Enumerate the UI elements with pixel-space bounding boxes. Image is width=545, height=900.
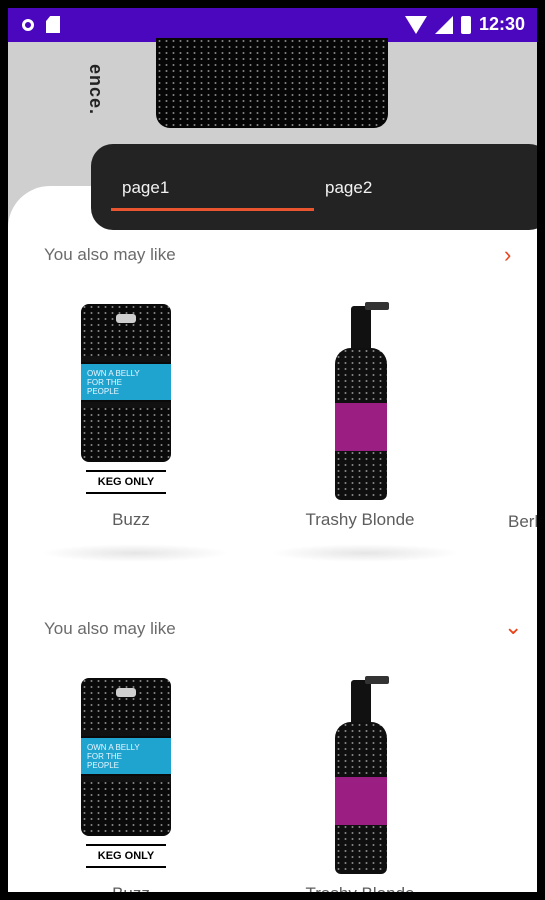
product-name: Buzz — [112, 510, 150, 529]
section-title: You also may like — [44, 619, 176, 638]
card-shadow — [40, 544, 230, 562]
wifi-icon — [404, 15, 427, 34]
tab-indicator — [111, 208, 314, 211]
keg-band-text: OWN A BELLY FOR THE PEOPLE — [87, 369, 140, 396]
circle-indicator-icon — [22, 18, 34, 31]
signal-icon — [434, 15, 453, 34]
product-name: Buzz — [26, 884, 236, 892]
status-bar: 12:30 — [8, 8, 537, 42]
chevron-down-icon[interactable]: ⌄ — [504, 616, 522, 638]
chevron-right-icon[interactable]: › — [504, 244, 511, 266]
sd-card-icon — [46, 16, 60, 33]
tab-page1[interactable]: page1 — [122, 178, 169, 198]
product-name: Trashy Blonde — [255, 884, 465, 892]
section-title: You also may like — [44, 245, 176, 264]
card-shadow — [270, 544, 460, 562]
product-name[interactable]: Berl — [508, 512, 537, 532]
tab-bar: page1 page2 — [91, 144, 537, 230]
bottle-image — [335, 302, 389, 502]
product-card[interactable]: Trashy Blonde — [255, 300, 465, 540]
product-card[interactable]: Trashy Blonde — [255, 674, 465, 892]
keg-image: OWN A BELLY FOR THE PEOPLE — [81, 304, 171, 462]
status-time: 12:30 — [478, 14, 525, 34]
product-card[interactable]: OWN A BELLY FOR THE PEOPLE KEG ONLY Buzz — [26, 674, 236, 892]
hero-vertical-text: ence. — [86, 64, 106, 116]
battery-icon — [460, 15, 471, 34]
product-card[interactable]: OWN A BELLY FOR THE PEOPLE KEG ONLY Buzz — [26, 300, 236, 540]
screen: 12:30 ence. page1 page2 You also may lik… — [8, 8, 537, 892]
keg-image: OWN A BELLY FOR THE PEOPLE — [81, 678, 171, 836]
keg-only-label: KEG ONLY — [86, 844, 166, 868]
keg-band-text: OWN A BELLY FOR THE PEOPLE — [87, 743, 140, 770]
tab-page2[interactable]: page2 — [325, 178, 372, 198]
bottle-image — [335, 676, 389, 876]
keg-only-label: KEG ONLY — [86, 470, 166, 494]
product-name: Trashy Blonde — [305, 510, 415, 529]
hero-image — [156, 38, 388, 128]
